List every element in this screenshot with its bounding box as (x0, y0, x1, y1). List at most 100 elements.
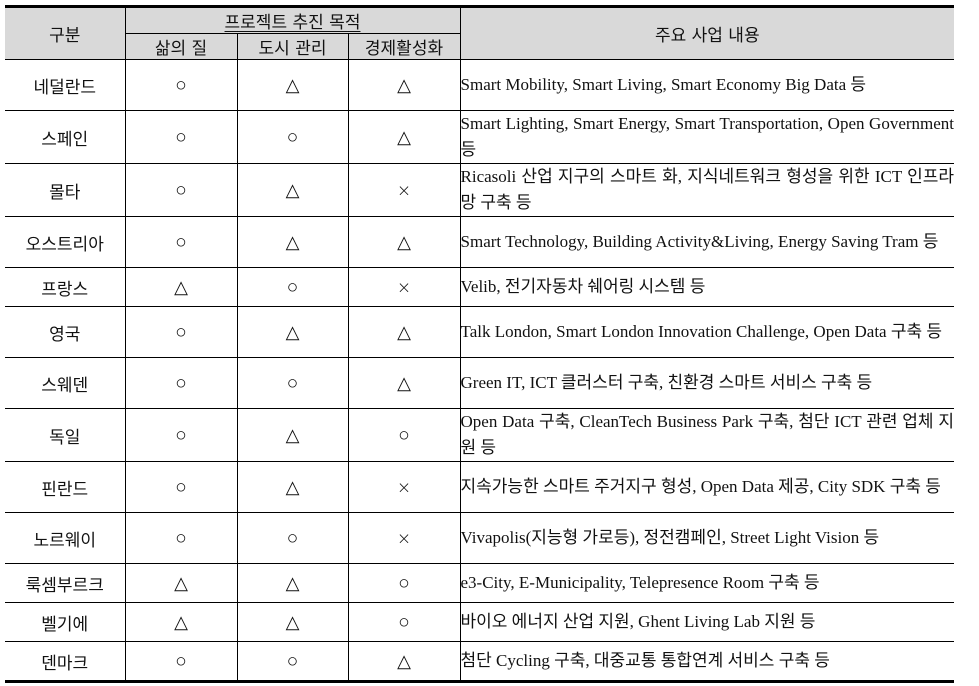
cross-icon: × (396, 478, 412, 498)
city-management-cell: △ (236, 602, 349, 642)
header-main-content: 주요 사업 내용 (459, 6, 955, 60)
table-row: 오스트리아 ○ △ △ Smart Technology, Building Activ… (5, 216, 955, 268)
triangle-icon: △ (285, 322, 300, 343)
table-row: 몰타 ○ △ × Ricasoli 산업 지구의 스마트 화, 지식네트워크 형성을 위… (5, 163, 955, 217)
quality-of-life-cell: △ (124, 563, 238, 603)
country-cell: 핀란드 (5, 461, 126, 513)
circle-icon: ○ (175, 178, 187, 201)
triangle-icon: △ (285, 75, 300, 96)
circle-icon: ○ (398, 423, 410, 446)
circle-icon: ○ (286, 371, 299, 394)
economic-activation-cell: △ (347, 59, 461, 111)
country-cell: 스웨덴 (5, 357, 126, 409)
country-cell: 룩셈부르크 (5, 563, 126, 603)
economic-activation-cell: △ (347, 216, 461, 268)
table-row: 핀란드 ○ △ × 지속가능한 스마트 주거지구 형성, Open Data 제공, C… (5, 461, 955, 513)
city-management-cell: ○ (236, 512, 349, 564)
circle-icon: ○ (286, 275, 299, 298)
country-cell: 노르웨이 (5, 512, 126, 564)
triangle-icon: △ (285, 232, 300, 253)
cross-icon: × (396, 278, 412, 298)
quality-of-life-cell: ○ (124, 461, 238, 513)
economic-activation-cell: △ (347, 306, 461, 358)
triangle-icon: △ (174, 612, 188, 633)
city-management-cell: ○ (236, 110, 349, 164)
country-cell: 네덜란드 (5, 59, 126, 111)
city-management-cell: △ (236, 563, 349, 603)
triangle-icon: △ (285, 477, 300, 498)
quality-of-life-cell: ○ (124, 163, 238, 217)
header-row-group: 구분 프로젝트 추진 목적 주요 사업 내용 (5, 6, 955, 60)
table-row: 영국 ○ △ △ Talk London, Smart London Innovatio… (5, 306, 955, 358)
quality-of-life-cell: ○ (124, 512, 238, 564)
cross-icon: × (396, 529, 412, 549)
quality-of-life-cell: ○ (124, 357, 238, 409)
economic-activation-cell: △ (347, 357, 461, 409)
table-row: 독일 ○ △ ○ Open Data 구축, CleanTech Business Pa… (5, 408, 955, 462)
table-row: 노르웨이 ○ ○ × Vivapolis(지능형 가로등), 정전캠페인, Street… (5, 512, 955, 564)
country-cell: 벨기에 (5, 602, 126, 642)
city-management-cell: ○ (236, 641, 349, 682)
triangle-icon: △ (397, 322, 411, 343)
quality-of-life-cell: ○ (124, 408, 238, 462)
circle-icon: ○ (175, 423, 187, 446)
header-economic-activation: 경제활성화 (347, 33, 461, 60)
city-management-cell: △ (236, 461, 349, 513)
triangle-icon: △ (397, 127, 411, 148)
economic-activation-cell: △ (347, 641, 461, 682)
main-content-cell: Smart Technology, Building Activity&Livi… (459, 216, 955, 268)
country-cell: 덴마크 (5, 641, 126, 682)
economic-activation-cell: ○ (347, 563, 461, 603)
cross-icon: × (396, 181, 412, 201)
circle-icon: ○ (175, 73, 187, 96)
circle-icon: ○ (175, 125, 187, 148)
country-cell: 스페인 (5, 110, 126, 164)
country-cell: 몰타 (5, 163, 126, 217)
triangle-icon: △ (397, 651, 411, 672)
triangle-icon: △ (174, 277, 188, 298)
economic-activation-cell: × (347, 512, 461, 564)
main-content-cell: 바이오 에너지 산업 지원, Ghent Living Lab 지원 등 (459, 602, 955, 642)
country-cell: 프랑스 (5, 267, 126, 307)
main-content-cell: 지속가능한 스마트 주거지구 형성, Open Data 제공, City SD… (459, 461, 955, 513)
city-management-cell: △ (236, 408, 349, 462)
economic-activation-cell: ○ (347, 408, 461, 462)
table-row: 스웨덴 ○ ○ △ Green IT, ICT 클러스터 구축, 친환경 스마트 서비스… (5, 357, 955, 409)
quality-of-life-cell: ○ (124, 306, 238, 358)
circle-icon: ○ (286, 125, 299, 148)
country-cell: 영국 (5, 306, 126, 358)
main-content-cell: Smart Lighting, Smart Energy, Smart Tran… (459, 110, 955, 164)
main-content-cell: Smart Mobility, Smart Living, Smart Econ… (459, 59, 955, 111)
quality-of-life-cell: ○ (124, 641, 238, 682)
triangle-icon: △ (285, 573, 300, 594)
main-content-cell: Ricasoli 산업 지구의 스마트 화, 지식네트워크 형성을 위한 ICT… (459, 163, 955, 217)
city-management-cell: △ (236, 306, 349, 358)
table-header: 구분 프로젝트 추진 목적 주요 사업 내용 삶의 질 도시 관리 경제활성화 (5, 6, 955, 60)
economic-activation-cell: × (347, 267, 461, 307)
main-content-cell: 첨단 Cycling 구축, 대중교통 통합연계 서비스 구축 등 (459, 641, 955, 682)
header-project-purpose: 프로젝트 추진 목적 (124, 6, 461, 34)
main-content-cell: Green IT, ICT 클러스터 구축, 친환경 스마트 서비스 구축 등 (459, 357, 955, 409)
city-management-cell: ○ (236, 357, 349, 409)
circle-icon: ○ (398, 610, 410, 633)
circle-icon: ○ (175, 475, 187, 498)
economic-activation-cell: ○ (347, 602, 461, 642)
city-management-cell: △ (236, 216, 349, 268)
table-row: 벨기에 △ △ ○ 바이오 에너지 산업 지원, Ghent Living Lab 지원… (5, 602, 955, 642)
city-management-cell: △ (236, 59, 349, 111)
triangle-icon: △ (397, 75, 411, 96)
triangle-icon: △ (174, 573, 188, 594)
city-management-cell: △ (236, 163, 349, 217)
circle-icon: ○ (286, 649, 299, 672)
table-row: 덴마크 ○ ○ △ 첨단 Cycling 구축, 대중교통 통합연계 서비스 구축 등 (5, 641, 955, 682)
table-row: 스페인 ○ ○ △ Smart Lighting, Smart Energy, Smar… (5, 110, 955, 164)
circle-icon: ○ (286, 526, 299, 549)
smart-city-comparison-table: 구분 프로젝트 추진 목적 주요 사업 내용 삶의 질 도시 관리 경제활성화 … (5, 5, 955, 683)
table-row: 네덜란드 ○ △ △ Smart Mobility, Smart Living, Sma… (5, 59, 955, 111)
circle-icon: ○ (398, 571, 410, 594)
circle-icon: ○ (175, 230, 187, 253)
main-content-cell: e3-City, E-Municipality, Telepresence Ro… (459, 563, 955, 603)
header-city-management: 도시 관리 (236, 33, 349, 60)
header-category: 구분 (5, 6, 126, 60)
quality-of-life-cell: ○ (124, 110, 238, 164)
